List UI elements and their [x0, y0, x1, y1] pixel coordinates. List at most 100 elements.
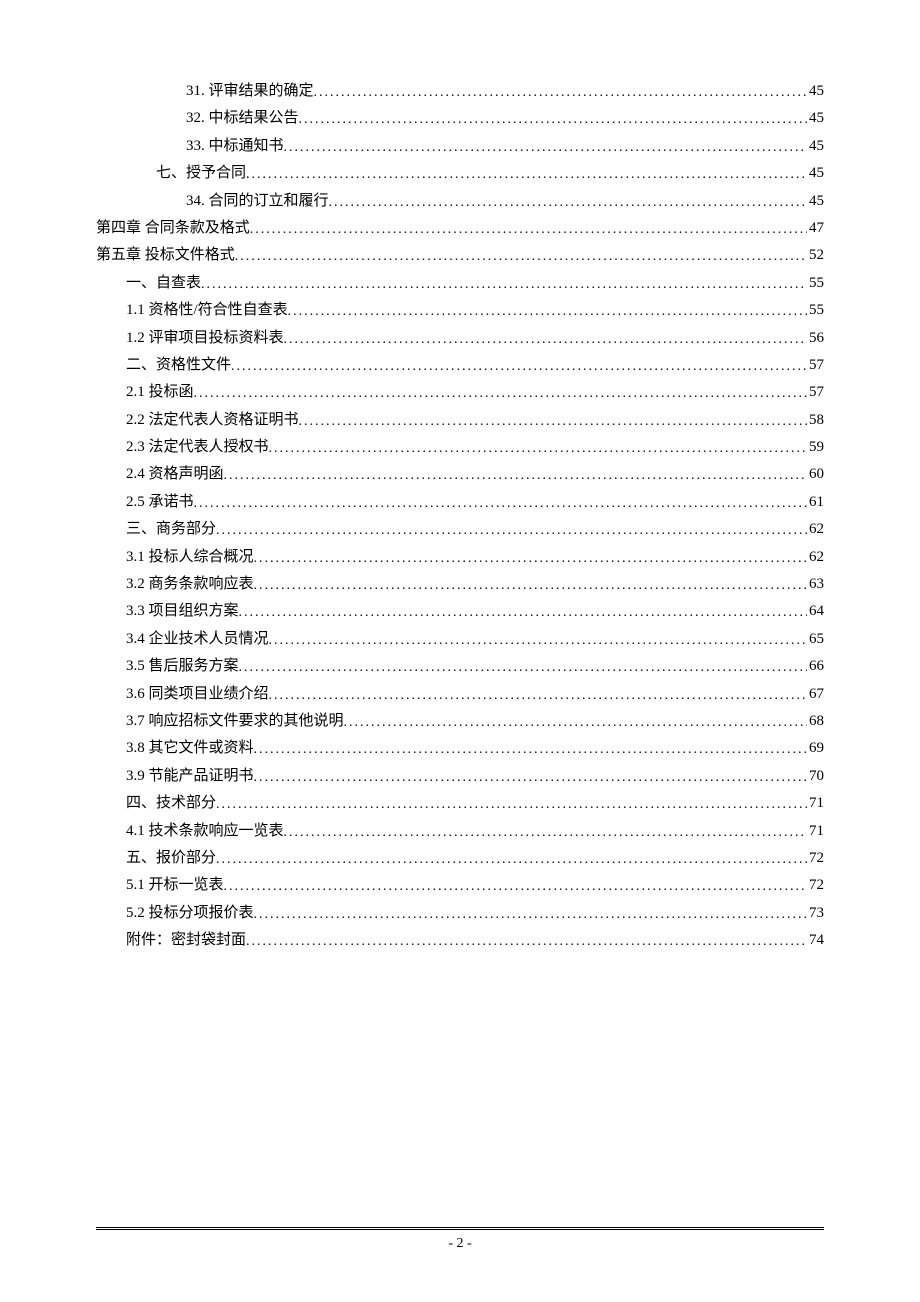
toc-entry-label: 3.1 投标人综合概况 — [126, 544, 254, 571]
toc-dot-leader — [216, 792, 807, 818]
toc-dot-leader — [201, 272, 807, 298]
toc-entry: 34. 合同的订立和履行 45 — [96, 188, 824, 215]
toc-entry-label: 31. 评审结果的确定 — [186, 78, 314, 105]
toc-entry-label: 5.2 投标分项报价表 — [126, 900, 254, 927]
toc-dot-leader — [194, 491, 807, 517]
toc-entry-page: 61 — [807, 489, 824, 516]
toc-entry-label: 33. 中标通知书 — [186, 133, 284, 160]
toc-entry-label: 3.8 其它文件或资料 — [126, 735, 254, 762]
toc-entry: 3.6 同类项目业绩介绍 67 — [96, 681, 824, 708]
toc-entry-page: 45 — [807, 160, 824, 187]
toc-entry: 33. 中标通知书 45 — [96, 133, 824, 160]
toc-entry-label: 二、资格性文件 — [126, 352, 231, 379]
toc-entry: 2.4 资格声明函 60 — [96, 461, 824, 488]
toc-entry: 3.8 其它文件或资料 69 — [96, 735, 824, 762]
toc-entry-label: 32. 中标结果公告 — [186, 105, 299, 132]
toc-entry: 32. 中标结果公告 45 — [96, 105, 824, 132]
toc-entry: 3.7 响应招标文件要求的其他说明 68 — [96, 708, 824, 735]
toc-entry-page: 71 — [807, 790, 824, 817]
toc-entry: 二、资格性文件 57 — [96, 352, 824, 379]
toc-entry-label: 3.6 同类项目业绩介绍 — [126, 681, 269, 708]
toc-dot-leader — [299, 409, 807, 435]
toc-entry-label: 三、商务部分 — [126, 516, 216, 543]
toc-dot-leader — [231, 354, 807, 380]
toc-entry-page: 47 — [807, 215, 824, 242]
toc-entry-label: 五、报价部分 — [126, 845, 216, 872]
toc-dot-leader — [239, 600, 807, 626]
toc-entry: 2.2 法定代表人资格证明书 58 — [96, 407, 824, 434]
toc-entry-label: 附件：密封袋封面 — [126, 927, 246, 954]
toc-entry-label: 4.1 技术条款响应一览表 — [126, 818, 284, 845]
toc-entry-label: 3.5 售后服务方案 — [126, 653, 239, 680]
toc-entry: 三、商务部分 62 — [96, 516, 824, 543]
toc-entry: 一、自查表 55 — [96, 270, 824, 297]
toc-entry-label: 5.1 开标一览表 — [126, 872, 224, 899]
toc-dot-leader — [344, 710, 807, 736]
toc-dot-leader — [246, 162, 807, 188]
toc-entry-page: 52 — [807, 242, 824, 269]
toc-entry-label: 1.1 资格性/符合性自查表 — [126, 297, 288, 324]
toc-dot-leader — [254, 737, 807, 763]
toc-entry-label: 七、授予合同 — [156, 160, 246, 187]
toc-entry: 5.2 投标分项报价表 73 — [96, 900, 824, 927]
toc-dot-leader — [254, 765, 807, 791]
toc-dot-leader — [254, 902, 807, 928]
toc-entry: 第五章 投标文件格式 52 — [96, 242, 824, 269]
toc-entry-page: 56 — [807, 325, 824, 352]
toc-entry-page: 45 — [807, 133, 824, 160]
toc-entry: 2.1 投标函 57 — [96, 379, 824, 406]
toc-entry: 2.5 承诺书 61 — [96, 489, 824, 516]
toc-entry-label: 3.3 项目组织方案 — [126, 598, 239, 625]
toc-dot-leader — [284, 327, 807, 353]
toc-entry-page: 70 — [807, 763, 824, 790]
toc-dot-leader — [269, 683, 807, 709]
toc-entry-label: 3.7 响应招标文件要求的其他说明 — [126, 708, 344, 735]
toc-dot-leader — [224, 874, 807, 900]
toc-entry-label: 1.2 评审项目投标资料表 — [126, 325, 284, 352]
toc-entry-page: 45 — [807, 78, 824, 105]
toc-entry-page: 65 — [807, 626, 824, 653]
footer-rule — [96, 1227, 824, 1230]
toc-entry: 3.1 投标人综合概况 62 — [96, 544, 824, 571]
toc-entry: 附件：密封袋封面 74 — [96, 927, 824, 954]
toc-entry: 3.3 项目组织方案 64 — [96, 598, 824, 625]
toc-entry-label: 四、技术部分 — [126, 790, 216, 817]
toc-entry: 第四章 合同条款及格式 47 — [96, 215, 824, 242]
toc-entry-label: 一、自查表 — [126, 270, 201, 297]
toc-entry: 四、技术部分 71 — [96, 790, 824, 817]
toc-entry-page: 74 — [807, 927, 824, 954]
toc-entry-page: 69 — [807, 735, 824, 762]
toc-entry-page: 72 — [807, 845, 824, 872]
toc-entry-page: 63 — [807, 571, 824, 598]
toc-entry-label: 2.3 法定代表人授权书 — [126, 434, 269, 461]
toc-entry-page: 57 — [807, 379, 824, 406]
toc-dot-leader — [254, 546, 807, 572]
toc-entry-label: 2.1 投标函 — [126, 379, 194, 406]
toc-entry-page: 62 — [807, 516, 824, 543]
toc-entry: 3.9 节能产品证明书 70 — [96, 763, 824, 790]
toc-dot-leader — [239, 655, 807, 681]
page-footer: - 2 - — [96, 1227, 824, 1252]
toc-entry-label: 2.4 资格声明函 — [126, 461, 224, 488]
toc-dot-leader — [246, 929, 807, 955]
toc-entry-page: 60 — [807, 461, 824, 488]
toc-entry-label: 第四章 合同条款及格式 — [96, 215, 250, 242]
toc-entry-page: 73 — [807, 900, 824, 927]
toc-dot-leader — [269, 436, 807, 462]
page-number: - 2 - — [448, 1236, 471, 1252]
toc-entry-page: 68 — [807, 708, 824, 735]
toc-entry: 1.2 评审项目投标资料表 56 — [96, 325, 824, 352]
toc-dot-leader — [224, 463, 807, 489]
document-page: 31. 评审结果的确定 45 32. 中标结果公告 45 33. 中标通知书 4… — [0, 0, 920, 1302]
toc-entry-label: 第五章 投标文件格式 — [96, 242, 235, 269]
toc-dot-leader — [314, 80, 807, 106]
toc-entry-label: 3.9 节能产品证明书 — [126, 763, 254, 790]
toc-entry: 1.1 资格性/符合性自查表 55 — [96, 297, 824, 324]
toc-entry-label: 2.5 承诺书 — [126, 489, 194, 516]
toc-dot-leader — [254, 573, 807, 599]
toc-dot-leader — [299, 107, 807, 133]
toc-entry-page: 72 — [807, 872, 824, 899]
toc-entry: 3.5 售后服务方案 66 — [96, 653, 824, 680]
toc-entry-page: 67 — [807, 681, 824, 708]
toc-entry-page: 55 — [807, 297, 824, 324]
